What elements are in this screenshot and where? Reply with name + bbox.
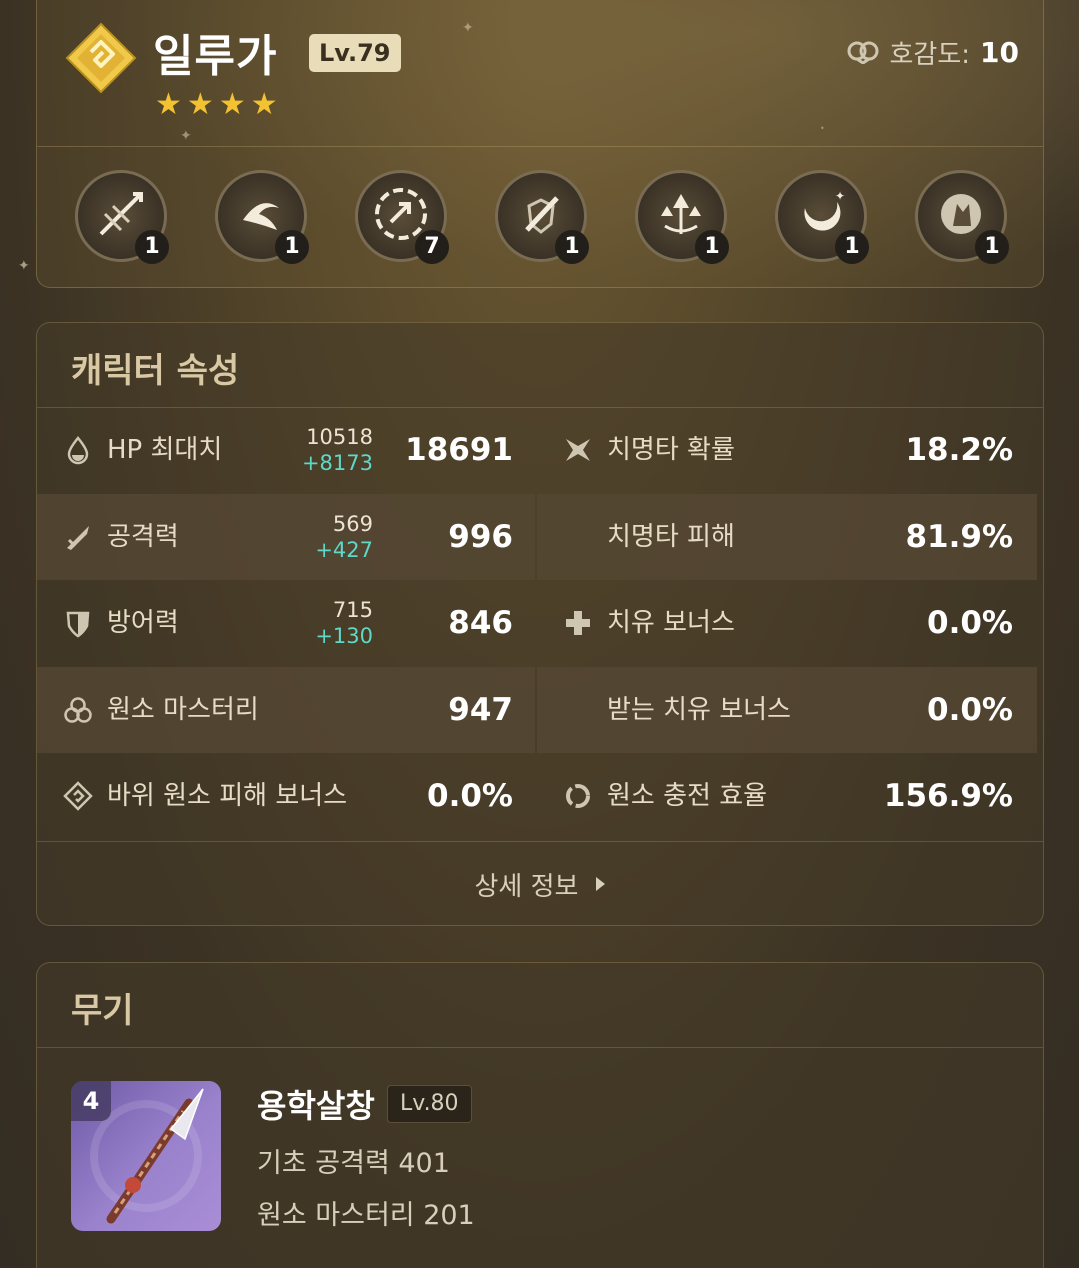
stat-total-value: 0.0%	[927, 605, 1013, 641]
talent-count: 1	[135, 230, 169, 264]
stat-total-value: 947	[448, 691, 513, 728]
talent-count: 1	[695, 230, 729, 264]
star-icon: ★	[186, 87, 214, 122]
stat-label: 치유 보너스	[607, 608, 735, 638]
healing-cross-icon	[563, 608, 593, 638]
def-shield-icon	[63, 608, 93, 638]
stat-base-value: 569	[332, 511, 373, 536]
weapon-image[interactable]: 4	[71, 1081, 221, 1231]
detail-info-label: 상세 정보	[474, 871, 579, 902]
stat-base-value: 10518	[306, 425, 373, 449]
stat-crit-dmg: 치명타 피해 81.9%	[537, 493, 1037, 580]
stat-label: HP 최대치	[107, 435, 223, 465]
stat-crit-rate: 치명타 확률 18.2%	[537, 407, 1037, 494]
chevron-right-icon	[596, 877, 606, 891]
geo-element-icon	[65, 22, 137, 94]
talent-count: 1	[555, 230, 589, 264]
talent-triple-arrow[interactable]: 1	[635, 170, 729, 264]
talent-count: 1	[275, 230, 309, 264]
stat-bonus-value: +130	[315, 624, 373, 648]
stat-incoming-healing: 받는 치유 보너스 0.0%	[537, 666, 1037, 753]
stat-row: HP 최대치 10518 +8173 18691 치명타 확률 18.2%	[37, 407, 1037, 494]
stat-label: 공격력	[107, 521, 179, 552]
stat-label: 받는 치유 보너스	[607, 694, 791, 725]
stat-total-value: 846	[448, 605, 513, 641]
stat-bonus-value: +427	[315, 537, 373, 562]
stat-label: 원소 마스터리	[107, 694, 259, 725]
stat-label: 치명타 확률	[607, 435, 735, 465]
stat-energy-recharge: 원소 충전 효율 156.9%	[537, 753, 1037, 840]
stat-def: 방어력 715 +130 846	[37, 580, 535, 667]
stat-base-value: 715	[332, 598, 373, 622]
stat-total-value: 0.0%	[427, 778, 513, 814]
friendship-info: 호감도: 10	[846, 34, 1019, 71]
talent-spear-burst[interactable]: 1	[75, 170, 169, 264]
header-divider	[37, 146, 1043, 147]
rarity-stars: ★ ★ ★ ★	[155, 90, 278, 120]
stat-row: 바위 원소 피해 보너스 0.0% 원소 충전 효율 156.9%	[37, 753, 1037, 840]
talent-count: 1	[975, 230, 1009, 264]
talent-fox-moon[interactable]: 1	[915, 170, 1009, 264]
stats-table: HP 최대치 10518 +8173 18691 치명타 확률 18.2% 공격…	[37, 407, 1037, 840]
friendship-label: 호감도:	[889, 40, 971, 70]
svg-text:✦: ✦	[835, 189, 845, 203]
hp-drop-icon	[63, 435, 93, 465]
talent-circle-rune[interactable]: 7	[355, 170, 449, 264]
detail-info-link[interactable]: 상세 정보	[37, 841, 1043, 927]
weapon-name: 용학살창	[257, 1087, 375, 1125]
stat-bonus-value: +8173	[301, 451, 373, 475]
stat-total-value: 156.9%	[883, 778, 1013, 814]
talent-list: 1 1 7 1 1 ✦ 1 1	[75, 170, 1009, 264]
star-icon: ★	[250, 87, 278, 122]
friendship-value: 10	[980, 36, 1019, 69]
stat-atk: 공격력 569 +427 996	[37, 493, 535, 580]
star-icon: ★	[218, 87, 246, 122]
refinement-badge: 4	[71, 1081, 111, 1121]
talent-crescent-moon[interactable]: ✦ 1	[775, 170, 869, 264]
character-name: 일루가	[153, 31, 278, 82]
stats-section-title: 캐릭터 속성	[71, 351, 240, 391]
character-stats-card: 캐릭터 속성 HP 최대치 10518 +8173 18691 치명타 확률 1…	[36, 322, 1044, 926]
atk-sword-icon	[63, 522, 93, 552]
stat-label: 바위 원소 피해 보너스	[107, 781, 348, 811]
geo-dmg-icon	[63, 781, 93, 811]
crit-rate-icon	[563, 435, 593, 465]
stat-total-value: 996	[448, 518, 513, 555]
energy-recharge-icon	[563, 781, 593, 811]
sparkle-decoration: ✦	[18, 258, 30, 274]
weapon-divider	[37, 1047, 1043, 1048]
talent-count: 1	[835, 230, 869, 264]
stat-total-value: 0.0%	[927, 691, 1013, 728]
weapon-base-atk: 기초 공격력 401	[257, 1148, 450, 1179]
talent-count: 7	[415, 230, 449, 264]
stat-label: 원소 충전 효율	[607, 781, 768, 811]
stat-total-value: 18691	[405, 432, 513, 468]
stat-label: 방어력	[107, 608, 179, 638]
stat-row: 원소 마스터리 947 받는 치유 보너스 0.0%	[37, 666, 1037, 753]
stat-total-value: 18.2%	[905, 432, 1013, 468]
stat-elemental-mastery: 원소 마스터리 947	[37, 666, 535, 753]
friendship-icon	[846, 38, 880, 68]
character-header: 일루가 Lv.79 ★ ★ ★ ★ 호감도: 10 1 1 7 1 1 ✦ 1 …	[36, 0, 1044, 288]
talent-shield-sword[interactable]: 1	[495, 170, 589, 264]
stat-geo-dmg-bonus: 바위 원소 피해 보너스 0.0%	[37, 753, 535, 840]
stat-hp: HP 최대치 10518 +8173 18691	[37, 407, 535, 494]
stat-row: 방어력 715 +130 846 치유 보너스 0.0%	[37, 580, 1037, 667]
stat-label: 치명타 피해	[607, 521, 735, 552]
weapon-level-badge: Lv.80	[387, 1085, 472, 1123]
weapon-card: 무기 4 용학살창 Lv.80 기초 공격력 401 원소 마스터리 201	[36, 962, 1044, 1268]
elemental-mastery-icon	[63, 695, 93, 725]
character-level-badge: Lv.79	[309, 34, 401, 72]
stat-total-value: 81.9%	[905, 518, 1013, 555]
stat-healing-bonus: 치유 보너스 0.0%	[537, 580, 1037, 667]
talent-swirl-wind[interactable]: 1	[215, 170, 309, 264]
weapon-section-title: 무기	[71, 991, 134, 1031]
stat-row: 공격력 569 +427 996 치명타 피해 81.9%	[37, 493, 1037, 580]
star-icon: ★	[155, 87, 182, 122]
weapon-substat: 원소 마스터리 201	[257, 1200, 475, 1231]
